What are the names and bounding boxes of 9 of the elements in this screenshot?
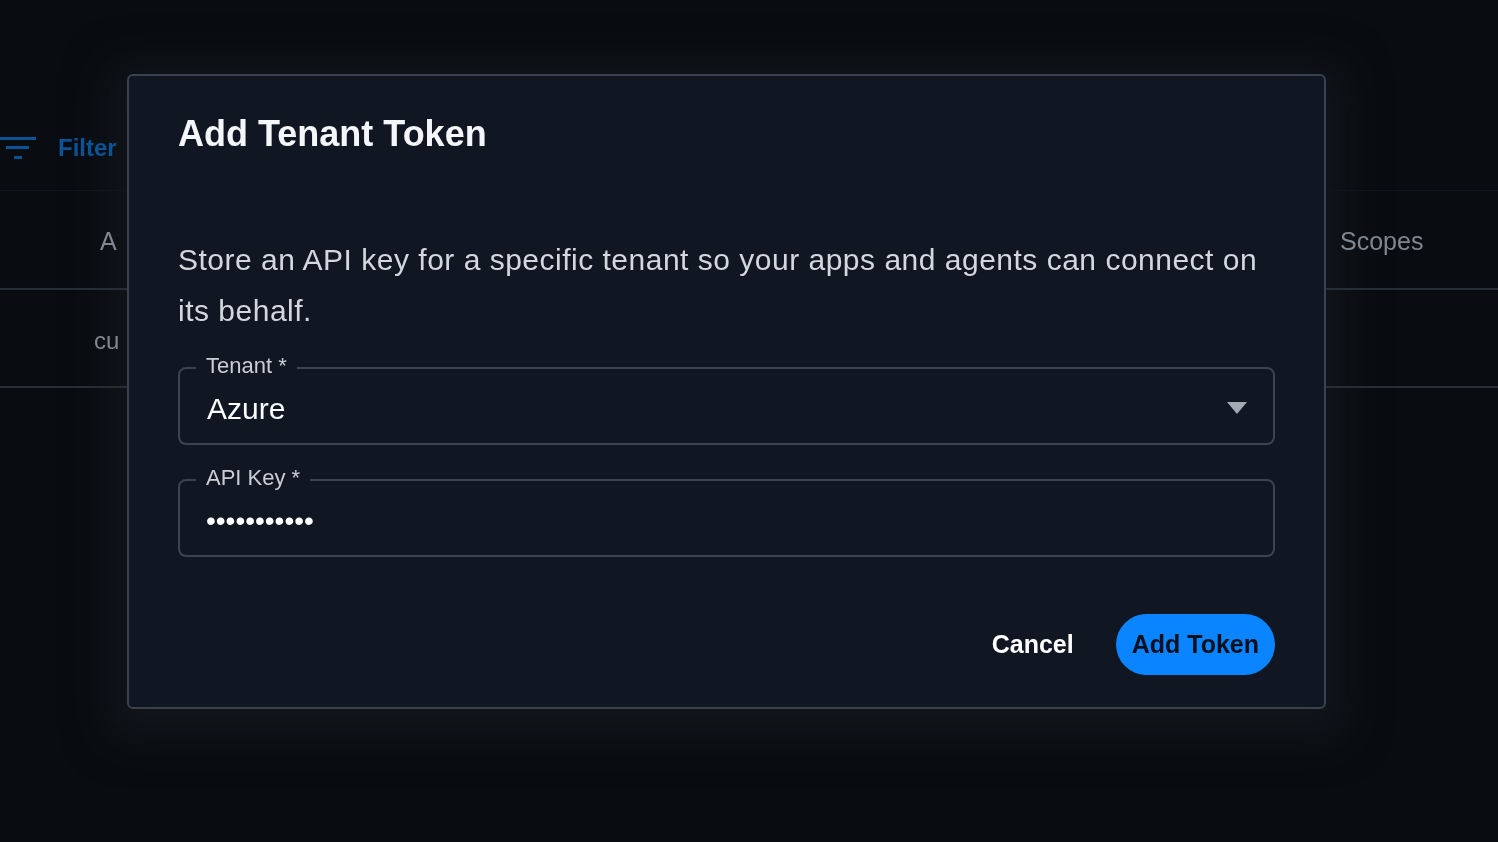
- table-cell: cu: [94, 326, 120, 354]
- caret-icon[interactable]: [1227, 402, 1247, 415]
- dialog-description: Store an API key for a specific tenant so your apps and agents can connect on its behalf.: [178, 242, 1259, 330]
- filter-icon[interactable]: [0, 137, 36, 159]
- add-token-button[interactable]: Add Token: [1115, 614, 1275, 676]
- column-header: A: [100, 226, 117, 255]
- column-header: Scopes: [1340, 226, 1424, 255]
- cancel-button[interactable]: Cancel: [971, 614, 1094, 676]
- dialog-title: Add Tenant Token: [178, 112, 488, 156]
